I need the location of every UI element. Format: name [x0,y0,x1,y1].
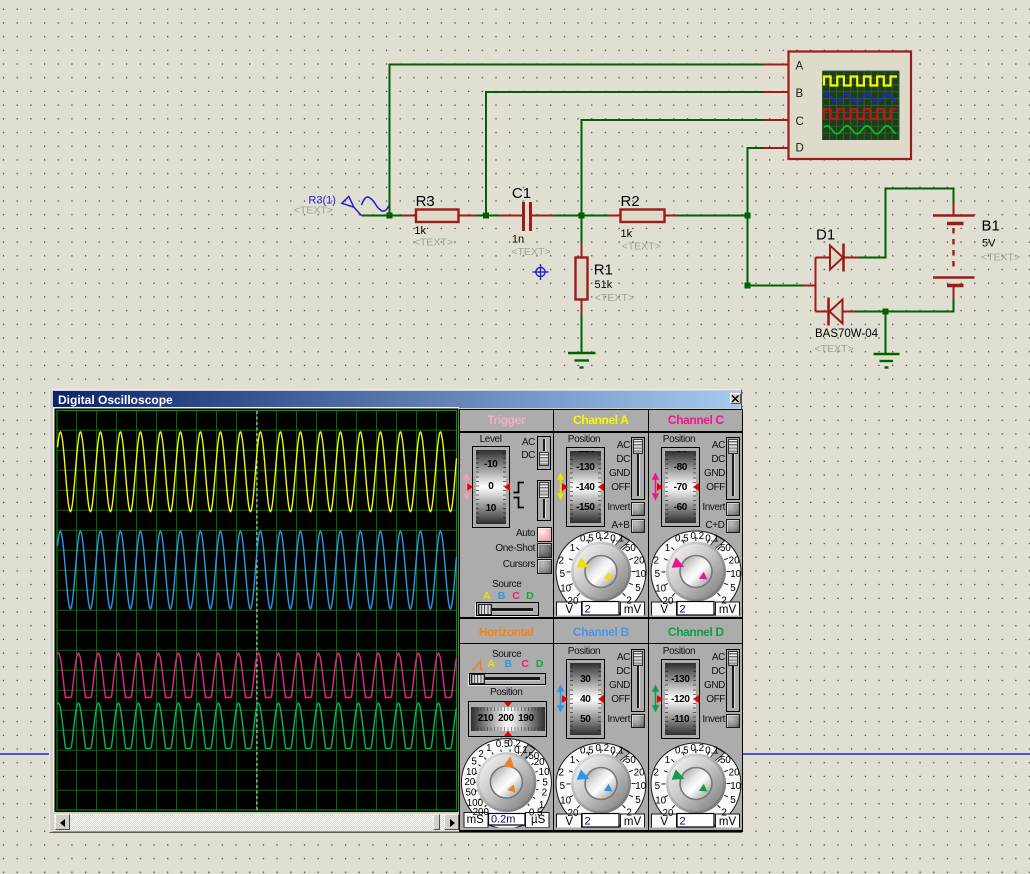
svg-text:5V: 5V [982,238,996,250]
svg-text:<TEXT>: <TEXT> [981,251,1020,263]
svg-text:B: B [796,88,804,100]
svg-text:R3: R3 [416,193,435,210]
svg-text:<TEXT>: <TEXT> [815,343,854,355]
svg-text:<TEXT>: <TEXT> [414,236,453,248]
svg-text:D1: D1 [816,226,835,243]
svg-text:<TEXT>: <TEXT> [294,204,333,216]
svg-text:<TEXT>: <TEXT> [511,246,550,258]
svg-text:C1: C1 [512,185,531,202]
svg-text:BAS70W-04: BAS70W-04 [815,328,879,340]
svg-text:<TEXT>: <TEXT> [622,241,661,253]
svg-text:C: C [796,116,804,128]
svg-text:B1: B1 [982,218,1000,235]
svg-text:D: D [796,143,804,155]
svg-text:1k: 1k [414,225,426,237]
svg-text:R2: R2 [621,193,640,210]
svg-text:1n: 1n [512,233,524,245]
svg-text:<TEXT>: <TEXT> [595,292,634,304]
svg-text:R1: R1 [594,261,613,278]
svg-text:A: A [796,61,804,73]
svg-text:1k: 1k [621,228,633,240]
svg-text:51k: 51k [595,279,613,291]
